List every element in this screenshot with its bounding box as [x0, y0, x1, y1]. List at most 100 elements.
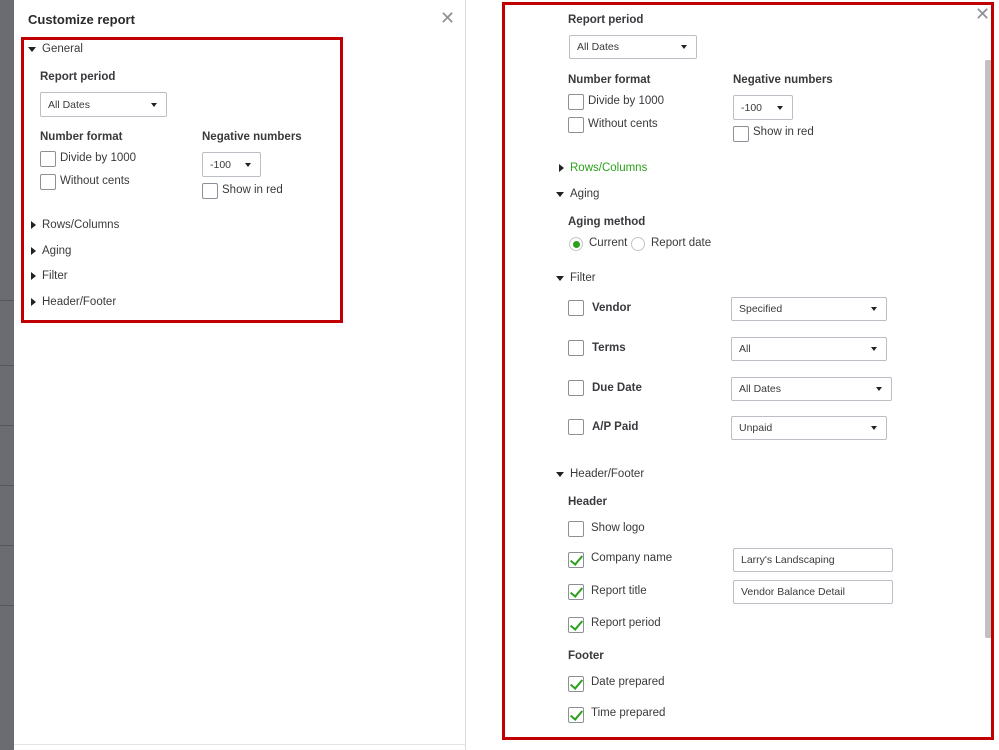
show-in-red-label: Show in red	[753, 126, 814, 138]
section-aging-label: Aging	[570, 188, 600, 200]
chevron-down-icon	[871, 426, 877, 430]
without-cents-label: Without cents	[588, 118, 658, 130]
without-cents-label: Without cents	[60, 175, 130, 187]
chevron-down-icon	[681, 45, 687, 49]
close-icon[interactable]: ✕	[440, 9, 455, 27]
divide-by-1000-checkbox[interactable]	[568, 94, 584, 110]
negative-numbers-label: Negative numbers	[733, 74, 833, 86]
section-filter-toggle[interactable]: Filter	[556, 272, 596, 284]
chevron-down-icon	[151, 102, 157, 107]
section-rows-columns-toggle[interactable]: Rows/Columns	[31, 219, 119, 231]
section-general-toggle[interactable]: General	[28, 43, 83, 55]
filter-vendor-checkbox[interactable]	[568, 300, 584, 316]
filter-vendor-dropdown[interactable]: Specified	[731, 297, 887, 321]
chevron-down-icon	[876, 387, 882, 391]
number-format-label: Number format	[40, 131, 123, 143]
gap-area	[466, 0, 502, 750]
section-aging-label: Aging	[42, 245, 72, 257]
filter-ap-paid-label: A/P Paid	[592, 421, 639, 433]
filter-due-date-label: Due Date	[592, 382, 642, 394]
aging-report-date-radio[interactable]	[631, 237, 645, 251]
caret-right-icon	[31, 272, 36, 280]
time-prepared-checkbox[interactable]	[568, 707, 584, 723]
section-header-footer-toggle[interactable]: Header/Footer	[556, 468, 644, 480]
filter-due-date-value: All Dates	[739, 383, 782, 395]
section-rows-columns-label: Rows/Columns	[42, 219, 120, 231]
footer-label: Footer	[568, 650, 604, 662]
filter-ap-paid-dropdown[interactable]: Unpaid	[731, 416, 887, 440]
report-period-header-label: Report period	[591, 617, 661, 629]
section-aging-toggle[interactable]: Aging	[556, 188, 599, 200]
caret-down-icon	[556, 191, 564, 197]
show-in-red-label: Show in red	[222, 184, 283, 196]
filter-vendor-label: Vendor	[592, 302, 631, 314]
without-cents-checkbox[interactable]	[568, 117, 584, 133]
aging-report-date-label: Report date	[651, 237, 712, 249]
filter-due-date-dropdown[interactable]: All Dates	[731, 377, 892, 401]
section-filter-toggle[interactable]: Filter	[31, 270, 68, 282]
report-period-dropdown[interactable]: All Dates	[569, 35, 697, 59]
caret-right-icon	[559, 164, 564, 172]
show-logo-checkbox[interactable]	[568, 521, 584, 537]
section-header-footer-label: Header/Footer	[42, 296, 117, 308]
report-period-value: All Dates	[48, 98, 91, 111]
aging-current-label: Current	[589, 237, 628, 249]
filter-terms-label: Terms	[592, 342, 626, 354]
report-title-input[interactable]: Vendor Balance Detail	[733, 580, 893, 604]
company-name-checkbox[interactable]	[568, 552, 584, 568]
header-label: Header	[568, 496, 607, 508]
company-name-input[interactable]: Larry's Landscaping	[733, 548, 893, 572]
chevron-down-icon	[871, 307, 877, 311]
section-rows-columns-label: Rows/Columns	[570, 162, 648, 174]
caret-right-icon	[31, 247, 36, 255]
negative-numbers-value: -100	[741, 101, 763, 114]
without-cents-checkbox[interactable]	[40, 174, 56, 190]
show-in-red-checkbox[interactable]	[733, 126, 749, 142]
filter-terms-checkbox[interactable]	[568, 340, 584, 356]
report-period-label: Report period	[40, 71, 116, 83]
section-rows-columns-toggle[interactable]: Rows/Columns	[559, 162, 647, 174]
section-header-footer-toggle[interactable]: Header/Footer	[31, 296, 116, 308]
caret-down-icon	[556, 275, 564, 281]
aging-method-label: Aging method	[568, 216, 646, 228]
show-logo-label: Show logo	[591, 522, 645, 534]
negative-numbers-value: -100	[210, 158, 232, 171]
filter-vendor-value: Specified	[739, 303, 783, 315]
report-period-dropdown[interactable]: All Dates	[40, 92, 167, 117]
filter-due-date-checkbox[interactable]	[568, 380, 584, 396]
section-filter-label: Filter	[42, 270, 68, 282]
aging-current-radio[interactable]	[569, 237, 583, 251]
company-name-label: Company name	[591, 552, 673, 564]
negative-numbers-dropdown[interactable]: -100	[733, 95, 793, 120]
chevron-down-icon	[777, 105, 783, 110]
report-period-checkbox[interactable]	[568, 617, 584, 633]
divide-by-1000-label: Divide by 1000	[60, 152, 137, 164]
caret-down-icon	[556, 471, 564, 477]
report-period-label: Report period	[568, 14, 644, 26]
divide-by-1000-label: Divide by 1000	[588, 95, 665, 107]
filter-ap-paid-checkbox[interactable]	[568, 419, 584, 435]
divide-by-1000-checkbox[interactable]	[40, 151, 56, 167]
caret-right-icon	[31, 298, 36, 306]
caret-down-icon	[28, 46, 36, 52]
panel-title: Customize report	[28, 12, 135, 27]
section-general-label: General	[42, 43, 83, 55]
date-prepared-label: Date prepared	[591, 676, 665, 688]
negative-numbers-dropdown[interactable]: -100	[202, 152, 261, 177]
filter-ap-paid-value: Unpaid	[739, 422, 773, 434]
report-title-checkbox[interactable]	[568, 584, 584, 600]
section-aging-toggle[interactable]: Aging	[31, 245, 71, 257]
panel-bottom-divider	[14, 744, 466, 745]
filter-terms-value: All	[739, 343, 751, 355]
time-prepared-label: Time prepared	[591, 707, 666, 719]
filter-terms-dropdown[interactable]: All	[731, 337, 887, 361]
negative-numbers-label: Negative numbers	[202, 131, 302, 143]
show-in-red-checkbox[interactable]	[202, 183, 218, 199]
chevron-down-icon	[871, 347, 877, 351]
background-app-strip	[0, 0, 14, 750]
section-filter-label: Filter	[570, 272, 596, 284]
caret-right-icon	[31, 221, 36, 229]
date-prepared-checkbox[interactable]	[568, 676, 584, 692]
report-period-value: All Dates	[577, 41, 620, 53]
report-title-label: Report title	[591, 585, 647, 597]
